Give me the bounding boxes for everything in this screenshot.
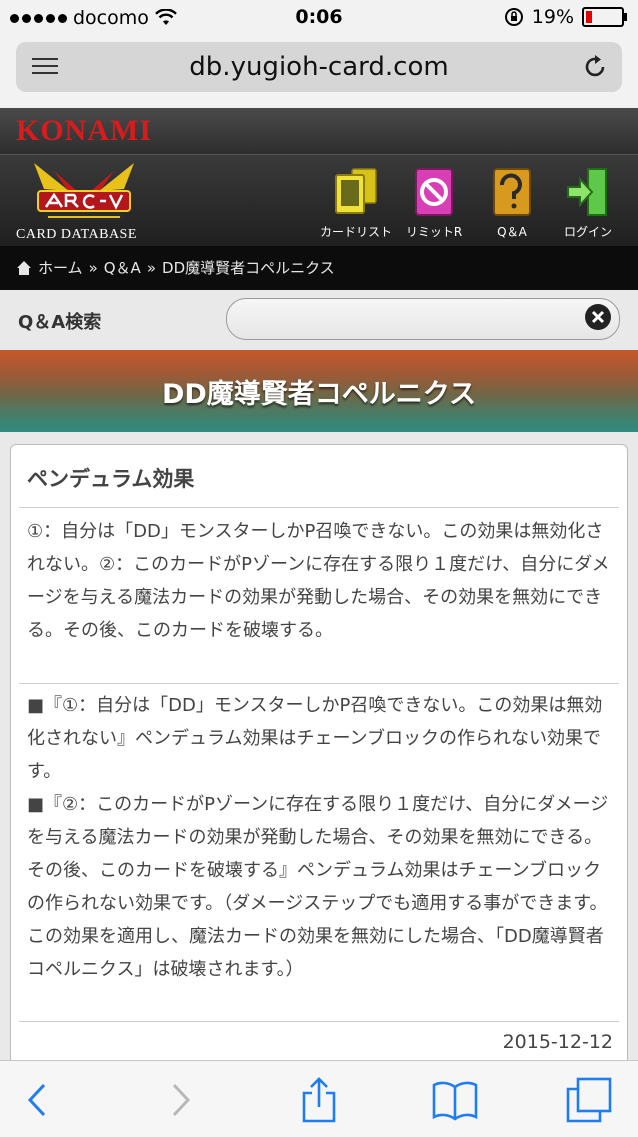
divider — [19, 507, 619, 508]
url-field[interactable]: db.yugioh-card.com — [16, 42, 622, 92]
tabs-icon[interactable] — [566, 1077, 612, 1123]
bookmarks-icon[interactable] — [432, 1077, 478, 1123]
nav-card-list-label: カードリスト — [319, 225, 392, 239]
reload-icon[interactable] — [580, 52, 610, 82]
card-database-label: CARD DATABASE — [16, 227, 137, 242]
nav-limit-regulation[interactable]: リミットR — [394, 165, 474, 240]
battery-icon — [582, 7, 627, 27]
nav-card-list[interactable]: カードリスト — [316, 165, 396, 240]
battery-info: 19% — [504, 6, 627, 28]
divider — [19, 1021, 619, 1022]
answer-date: 2015-12-12 — [502, 1031, 613, 1053]
page-title: DD魔導賢者コペルニクス — [161, 379, 476, 410]
answer-text-1: ■『①：自分は「DD」モンスターしかP召喚できない。この効果は無効化されない』ペ… — [27, 695, 603, 782]
browser-address-bar: db.yugioh-card.com — [0, 36, 638, 109]
limit-regulation-icon — [415, 168, 453, 216]
site-header: CARD DATABASE カードリスト リミットR Q＆A ログイン — [0, 154, 638, 247]
qa-search-input[interactable] — [226, 298, 620, 340]
nav-qa-label: Q＆A — [497, 225, 527, 239]
share-icon[interactable] — [296, 1077, 342, 1123]
url-text[interactable]: db.yugioh-card.com — [16, 52, 622, 82]
qa-search-row: Q＆A検索 — [0, 290, 638, 350]
nav-login[interactable]: ログイン — [548, 165, 628, 240]
card-title-banner: DD魔導賢者コペルニクス — [0, 350, 638, 432]
breadcrumb-separator: » — [88, 258, 98, 277]
breadcrumb: ホーム » Q＆A » DD魔導賢者コペルニクス — [0, 246, 638, 290]
qa-icon — [493, 168, 531, 216]
browser-toolbar — [0, 1060, 638, 1137]
konami-logo[interactable]: KONAMI — [16, 114, 152, 148]
clear-search-icon[interactable] — [584, 303, 612, 331]
home-icon — [17, 260, 31, 275]
nav-limit-regulation-label: リミットR — [405, 225, 463, 239]
section-heading: ペンデュラム効果 — [27, 467, 195, 491]
login-icon — [567, 168, 607, 216]
divider — [19, 683, 619, 684]
answer-text-2: ■『②：このカードがPゾーンに存在する限り１度だけ、自分にダメージを与える魔法カ… — [27, 794, 609, 980]
orientation-lock-icon — [504, 8, 523, 26]
qa-search-label: Q＆A検索 — [18, 312, 102, 333]
arc-v-logo[interactable] — [24, 161, 144, 223]
back-icon[interactable] — [16, 1077, 62, 1123]
nav-qa[interactable]: Q＆A — [472, 165, 552, 240]
nav-login-label: ログイン — [563, 225, 612, 239]
breadcrumb-current: DD魔導賢者コペルニクス — [162, 259, 335, 277]
konami-header: KONAMI — [0, 108, 638, 154]
qa-content-card: ペンデュラム効果 ①：自分は「DD」モンスターしかP召喚できない。この効果は無効… — [10, 444, 628, 1086]
breadcrumb-qa[interactable]: Q＆A — [104, 257, 141, 278]
status-bar: docomo 0:06 19% — [0, 0, 638, 36]
breadcrumb-home[interactable]: ホーム — [38, 257, 83, 278]
pendulum-effect-text: ①：自分は「DD」モンスターしかP召喚できない。この効果は無効化されない。②：こ… — [27, 521, 610, 641]
forward-icon[interactable] — [158, 1077, 204, 1123]
breadcrumb-separator: » — [146, 258, 157, 277]
card-list-icon — [335, 168, 377, 214]
battery-percent: 19% — [531, 6, 574, 28]
